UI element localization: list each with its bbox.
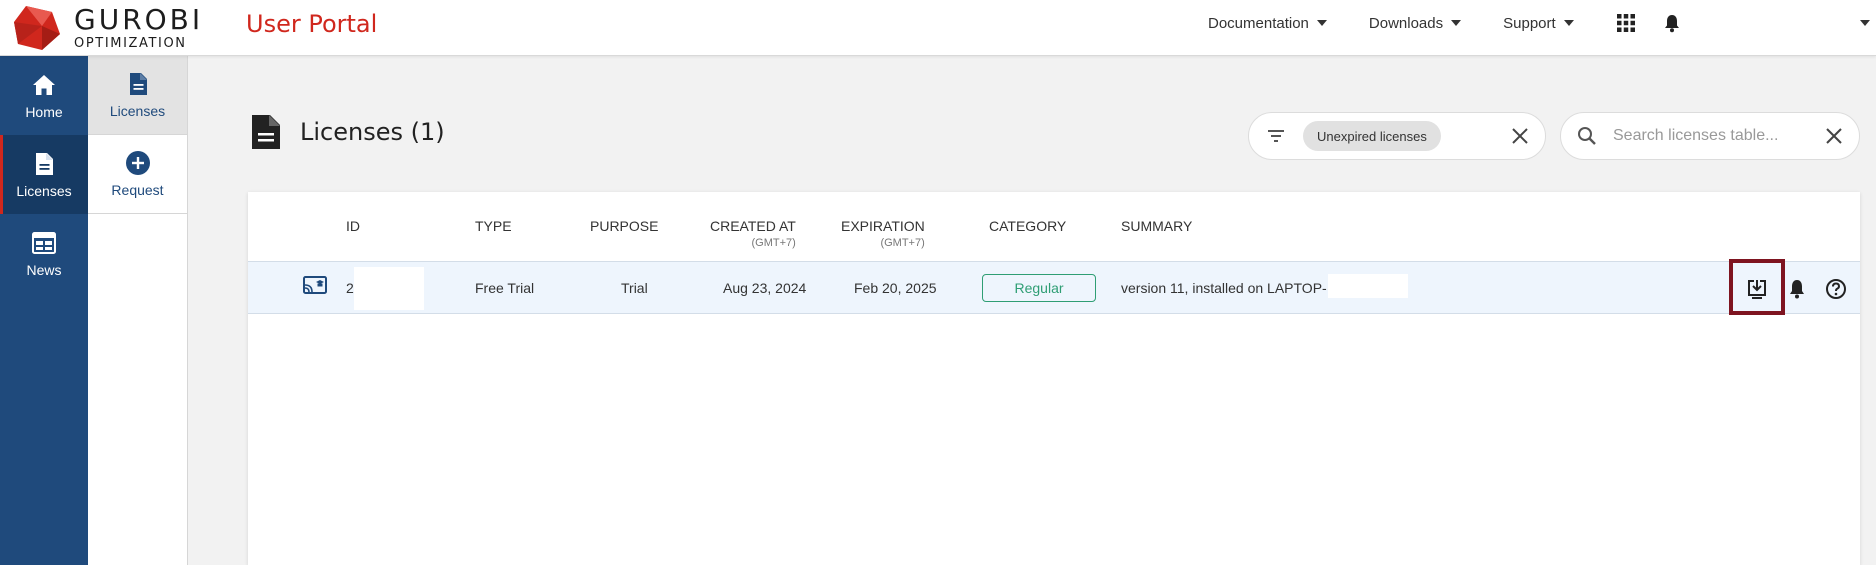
- apps-grid-icon[interactable]: [1616, 13, 1636, 33]
- column-header-created-at-timezone: (GMT+7): [751, 237, 796, 249]
- cell-expiration: Feb 20, 2025: [854, 280, 937, 296]
- cell-type: Free Trial: [475, 280, 535, 296]
- column-header-id-label: ID: [346, 218, 360, 234]
- table-row[interactable]: 2 Free Trial Trial Aug 23, 2024 Feb 20, …: [248, 259, 1860, 315]
- column-header-expiration-label: EXPIRATION: [841, 218, 925, 234]
- column-header-purpose[interactable]: PURPOSE: [590, 218, 658, 234]
- column-header-type-label: TYPE: [475, 218, 512, 234]
- nav-support-label: Support: [1503, 14, 1556, 32]
- column-header-category-label: CATEGORY: [989, 218, 1067, 234]
- subnav-item-licenses-label: Licenses: [109, 103, 166, 119]
- logo-main-text: GUROBI: [74, 3, 204, 36]
- column-header-type[interactable]: TYPE: [475, 218, 512, 234]
- chevron-down-icon: [1316, 20, 1327, 26]
- plus-circle-icon: [125, 151, 150, 175]
- cell-id: 2: [346, 280, 354, 296]
- filter-box[interactable]: Unexpired licenses: [1248, 112, 1546, 160]
- search-box: [1560, 112, 1860, 160]
- chevron-down-icon: [1563, 20, 1574, 26]
- document-icon: [252, 115, 280, 149]
- nav-documentation-label: Documentation: [1208, 14, 1309, 32]
- column-header-expiration[interactable]: EXPIRATION (GMT+7): [841, 218, 925, 249]
- redacted-summary: [1328, 274, 1408, 298]
- document-icon: [36, 152, 53, 175]
- filter-icon[interactable]: [1265, 125, 1287, 147]
- top-bar: GUROBI OPTIMIZATION User Portal Document…: [0, 0, 1876, 56]
- nav-downloads[interactable]: Downloads: [1368, 14, 1462, 32]
- nav-documentation[interactable]: Documentation: [1208, 15, 1327, 32]
- sidebar-item-licenses[interactable]: Licenses: [0, 135, 88, 214]
- search-input[interactable]: [1613, 127, 1813, 145]
- column-header-purpose-label: PURPOSE: [590, 218, 659, 234]
- sidebar-item-licenses-label: Licenses: [16, 182, 72, 199]
- calendar-icon: [32, 231, 56, 254]
- gurobi-logo-mark-icon: [14, 6, 60, 50]
- home-icon: [33, 74, 55, 95]
- download-license-icon[interactable]: [1746, 278, 1768, 300]
- column-header-created-at-label: CREATED AT: [710, 218, 796, 234]
- clear-search-icon[interactable]: [1825, 127, 1843, 145]
- portal-title[interactable]: User Portal: [246, 10, 377, 38]
- logo-sub-text: OPTIMIZATION: [74, 36, 187, 51]
- subnav-item-licenses[interactable]: Licenses: [88, 56, 187, 135]
- primary-sidebar: Home Licenses News: [0, 56, 88, 565]
- gurobi-logo[interactable]: GUROBI OPTIMIZATION: [12, 0, 203, 56]
- page-header: Licenses (1): [250, 113, 445, 151]
- help-icon[interactable]: [1825, 278, 1847, 300]
- filter-chip-unexpired[interactable]: Unexpired licenses: [1303, 121, 1441, 151]
- cell-summary: version 11, installed on LAPTOP-: [1121, 280, 1327, 296]
- chevron-down-icon: [1451, 20, 1462, 26]
- sidebar-item-news-label: News: [26, 261, 62, 278]
- redacted-id: [354, 267, 424, 310]
- category-badge: Regular: [982, 274, 1096, 302]
- nav-support[interactable]: Support: [1503, 15, 1574, 32]
- licenses-table: ID TYPE PURPOSE CREATED AT (GMT+7) EXPIR…: [248, 192, 1860, 565]
- document-icon: [129, 73, 147, 95]
- column-header-expiration-timezone: (GMT+7): [880, 237, 925, 249]
- secondary-sidebar: Licenses Request: [88, 56, 188, 565]
- page-title: Licenses (1): [300, 118, 445, 146]
- subnav-item-request[interactable]: Request: [88, 135, 187, 214]
- cell-created-at: Aug 23, 2024: [723, 280, 807, 296]
- subnav-item-request-label: Request: [111, 182, 164, 198]
- sidebar-item-home-label: Home: [25, 103, 63, 120]
- notification-bell-icon[interactable]: [1662, 13, 1682, 33]
- column-header-created-at[interactable]: CREATED AT (GMT+7): [710, 218, 796, 249]
- cast-license-icon: [303, 276, 327, 294]
- column-header-summary[interactable]: SUMMARY: [1121, 218, 1192, 234]
- account-menu-chevron-icon[interactable]: [1860, 20, 1870, 26]
- search-icon: [1578, 127, 1596, 145]
- cell-purpose: Trial: [621, 280, 648, 296]
- clear-filter-icon[interactable]: [1511, 127, 1529, 145]
- sidebar-item-home[interactable]: Home: [0, 56, 88, 135]
- top-nav: Documentation Downloads Support: [1208, 0, 1708, 46]
- sidebar-item-news[interactable]: News: [0, 214, 88, 293]
- column-header-id[interactable]: ID: [346, 218, 360, 234]
- notification-bell-icon[interactable]: [1786, 278, 1808, 300]
- column-header-category[interactable]: CATEGORY: [989, 218, 1066, 234]
- column-header-summary-label: SUMMARY: [1121, 218, 1193, 234]
- nav-downloads-label: Downloads: [1368, 14, 1444, 32]
